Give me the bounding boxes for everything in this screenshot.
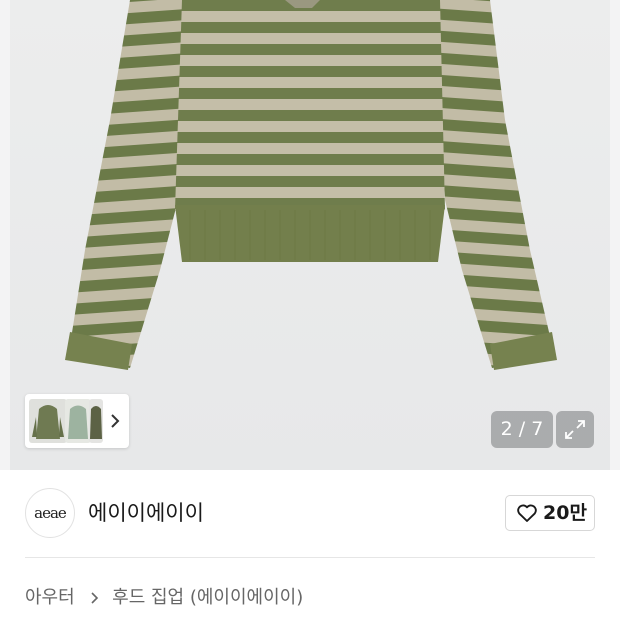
breadcrumb-category[interactable]: 아우터 [25,587,75,608]
expand-icon [565,420,585,439]
like-count: 20만 [543,502,587,524]
heart-icon [517,504,537,522]
thumbnail-strip[interactable] [25,394,129,448]
breadcrumb-subcategory[interactable]: 후드 집업 (에이이에이이) [112,587,303,608]
thumbnail-3[interactable] [89,399,103,443]
product-gallery[interactable]: 2 / 7 [0,0,620,470]
breadcrumb: 아우터 후드 집업 (에이이에이이) [25,583,303,613]
chevron-right-icon[interactable] [109,411,121,431]
like-button[interactable]: 20만 [505,495,595,531]
divider [25,557,595,558]
thumbnail-1[interactable] [29,399,67,443]
image-counter: 2 / 7 [491,411,553,448]
shop-name[interactable]: 에이이에이이 [88,498,204,528]
thumbnail-2[interactable] [65,399,91,443]
expand-button[interactable] [556,411,594,448]
shop-logo-text: aeae [34,504,67,522]
chevron-right-icon [91,592,99,604]
shop-info: aeae 에이이에이이 20만 [0,470,620,560]
shop-logo[interactable]: aeae [25,488,75,538]
